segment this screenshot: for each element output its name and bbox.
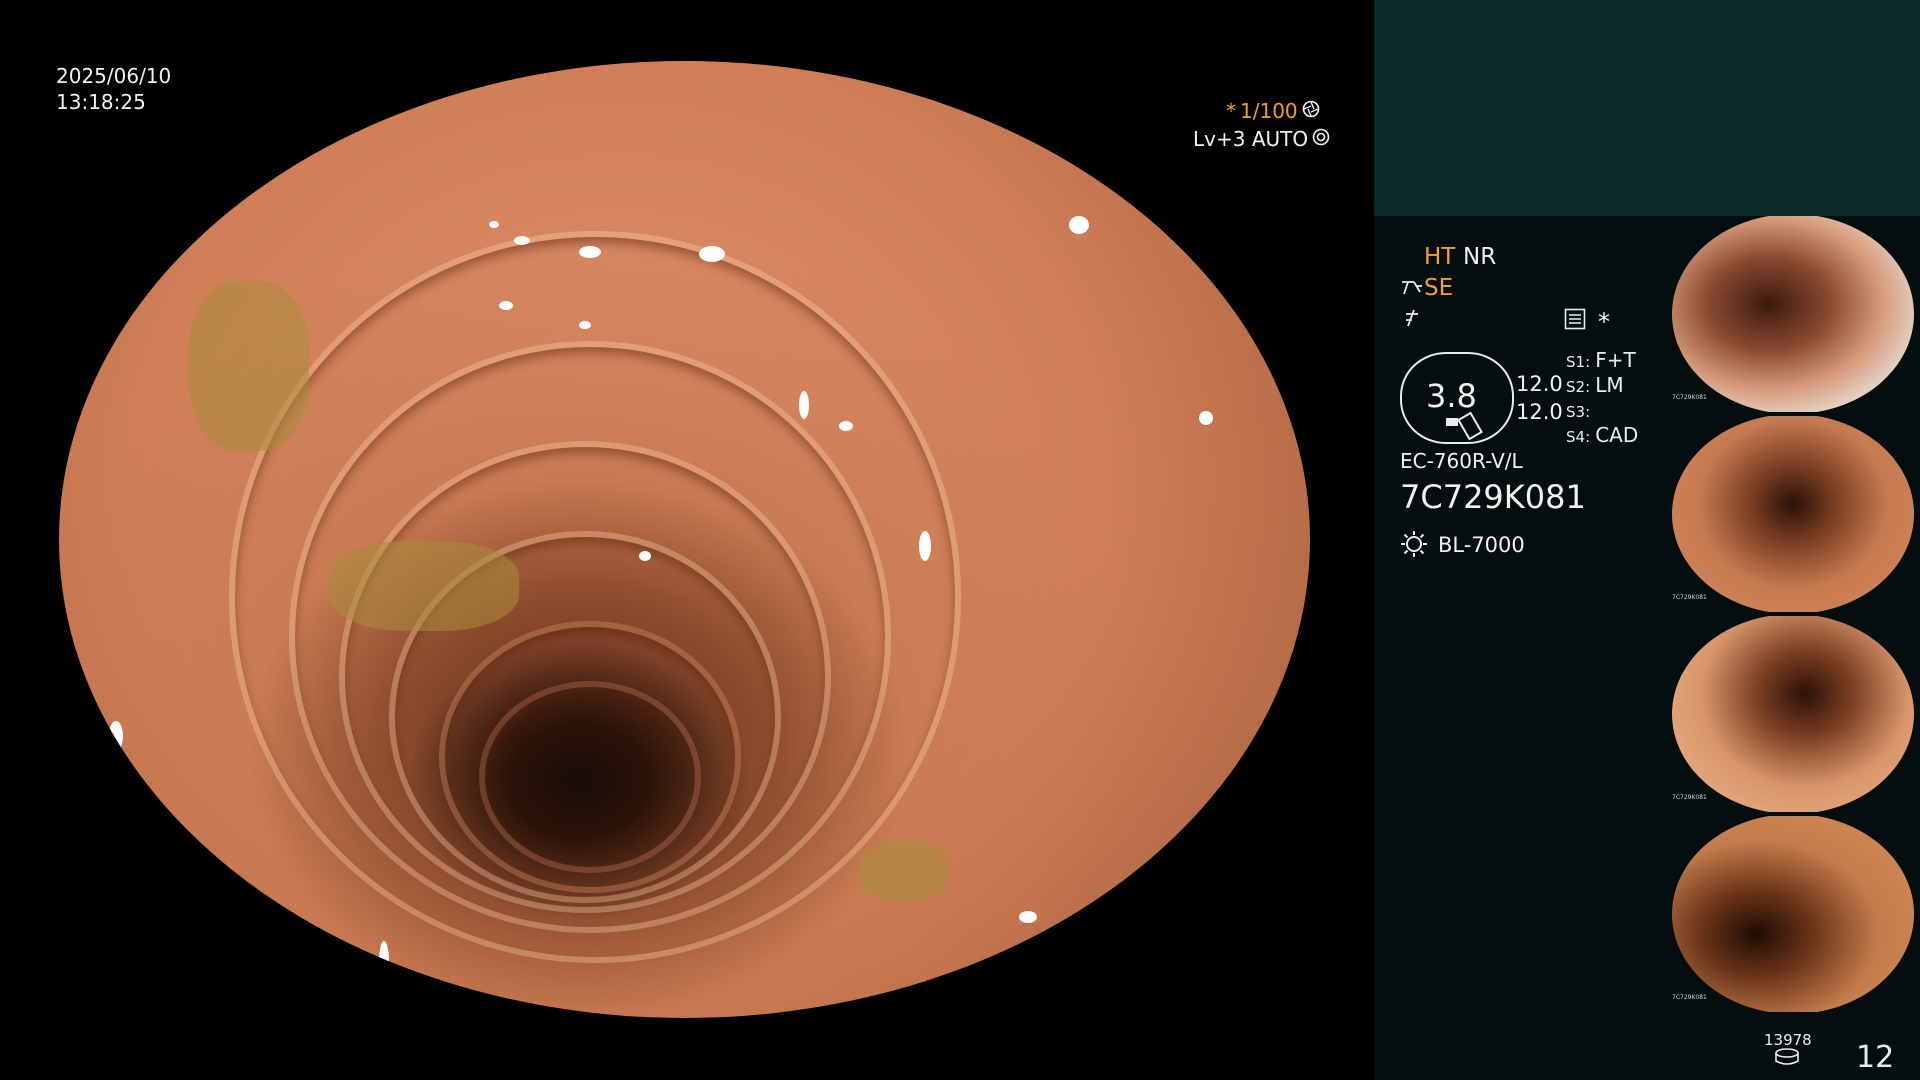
thumbnail-label: 7C729K081	[1672, 594, 1707, 601]
gauge-value: 3.8	[1426, 377, 1477, 415]
se-label: SE	[1424, 275, 1454, 301]
mucosal-fold	[479, 681, 701, 873]
auto-iris-icon	[1312, 128, 1330, 150]
scope-serial: 7C729K081	[1400, 478, 1586, 516]
thumbnail-image	[1672, 616, 1914, 812]
switch-value: F+T	[1595, 348, 1636, 372]
specular-highlight	[919, 531, 931, 561]
specular-highlight	[1199, 411, 1213, 425]
specular-highlight	[699, 246, 725, 262]
thumbnail-3[interactable]: 7C729K081	[1670, 616, 1920, 812]
specular-highlight	[1019, 911, 1037, 923]
thumbnail-4[interactable]: 7C729K081	[1670, 816, 1920, 1012]
thumbnail-column: 7C729K081 7C729K081 7C729K081 7C729K081	[1670, 216, 1920, 1080]
storage-icon	[1774, 1048, 1800, 1070]
specular-highlight	[1069, 216, 1089, 234]
thumbnail-image	[1672, 816, 1914, 1012]
shutter-indicator: * 1/100	[1226, 99, 1320, 123]
aperture-icon	[1302, 100, 1320, 122]
value-2: 12.0	[1516, 400, 1563, 424]
status-panel	[1374, 216, 1670, 1080]
light-source-icon	[1400, 530, 1428, 562]
specular-highlight	[639, 551, 651, 561]
image-count: 13978	[1764, 1031, 1812, 1049]
switch-list: S1: F+T S2: LM S3: S4: CAD	[1566, 348, 1666, 448]
switch-row: S2: LM	[1566, 373, 1666, 398]
specular-highlight	[109, 721, 123, 751]
nr-label: NR	[1463, 244, 1497, 270]
date-label: 2025/06/10	[56, 64, 172, 88]
thumbnail-2[interactable]: 7C729K081	[1670, 416, 1920, 612]
switch-value: CAD	[1595, 423, 1639, 447]
ht-label: HT	[1424, 244, 1456, 270]
specular-highlight	[379, 941, 389, 981]
level-value: Lv+3 AUTO	[1193, 127, 1309, 151]
value-1: 12.0	[1516, 372, 1563, 396]
shutter-prefix: *	[1226, 99, 1236, 123]
thumbnail-image	[1672, 416, 1914, 612]
thumbnail-image	[1672, 216, 1914, 412]
shutter-value: 1/100	[1240, 99, 1298, 123]
top-info-panel	[1374, 0, 1920, 216]
settings-list-icon[interactable]	[1564, 308, 1586, 334]
switch-key: S1:	[1566, 353, 1591, 371]
endoscope-view	[59, 61, 1310, 1018]
residue	[329, 541, 519, 631]
specular-highlight	[579, 321, 591, 329]
light-source-label: BL-7000	[1438, 533, 1525, 557]
switch-row: S4: CAD	[1566, 423, 1666, 448]
highlight-icon	[1400, 278, 1424, 302]
specular-highlight	[499, 301, 513, 310]
time-label: 13:18:25	[56, 90, 146, 114]
switch-row: S3:	[1566, 398, 1666, 423]
residue	[189, 281, 309, 451]
specular-highlight	[799, 391, 809, 419]
scope-model: EC-760R-V/L	[1400, 449, 1523, 473]
specular-highlight	[839, 421, 853, 431]
switch-row: S1: F+T	[1566, 348, 1666, 373]
specular-highlight	[489, 221, 499, 228]
specular-highlight	[579, 246, 601, 258]
thumbnail-label: 7C729K081	[1672, 794, 1707, 801]
asterisk-label: *	[1598, 308, 1610, 336]
residue	[859, 841, 949, 901]
thumbnail-label: 7C729K081	[1672, 394, 1707, 401]
switch-key: S2:	[1566, 378, 1591, 396]
level-indicator: Lv+3 AUTO	[1193, 127, 1330, 151]
specular-highlight	[514, 236, 530, 245]
structure-enhance-icon	[1402, 308, 1422, 332]
switch-key: S4:	[1566, 428, 1591, 446]
switch-key: S3:	[1566, 403, 1591, 421]
thumbnail-1[interactable]: 7C729K081	[1670, 216, 1920, 412]
page-number: 12	[1856, 1040, 1895, 1075]
switch-value: LM	[1595, 373, 1624, 397]
thumbnail-label: 7C729K081	[1672, 994, 1707, 1001]
